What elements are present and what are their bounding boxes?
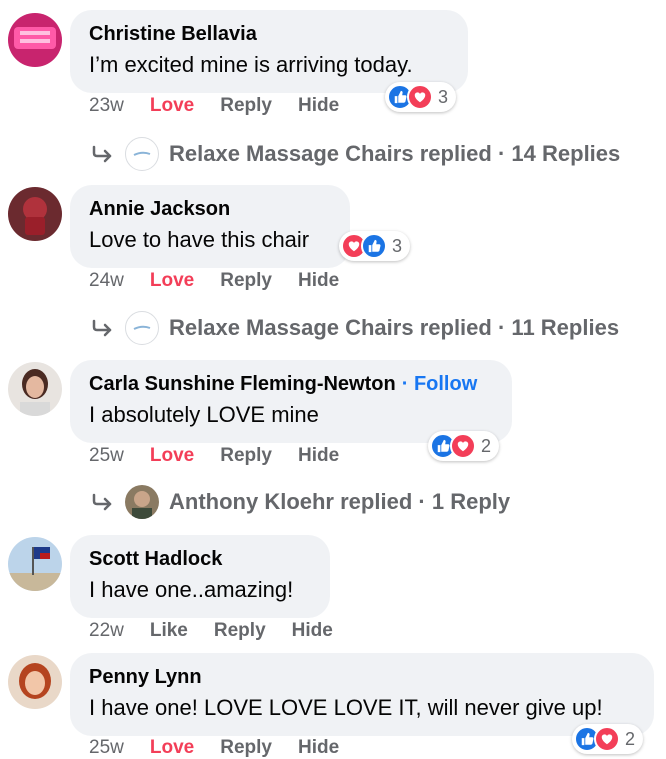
separator-dot: · (497, 141, 506, 166)
view-replies-link[interactable]: Relaxe Massage Chairs replied · 11 Repli… (89, 311, 619, 345)
reaction-count: 3 (438, 86, 449, 107)
reply-button[interactable]: Reply (220, 445, 272, 467)
avatar[interactable] (8, 362, 62, 416)
replied-label: replied (419, 315, 492, 340)
comment-text: I have one! LOVE LOVE LOVE IT, will neve… (89, 695, 603, 720)
reply-button[interactable]: Reply (220, 95, 272, 117)
comment-author[interactable]: Annie Jackson (89, 197, 332, 221)
reply-button[interactable]: Reply (220, 737, 272, 759)
timestamp[interactable]: 25w (89, 737, 124, 759)
view-replies-link[interactable]: Anthony Kloehr replied · 1 Reply (89, 485, 510, 519)
comment-text: I’m excited mine is arriving today. (89, 52, 413, 77)
reaction-count: 3 (392, 235, 403, 256)
timestamp[interactable]: 25w (89, 445, 124, 467)
hide-button[interactable]: Hide (298, 445, 339, 467)
reply-arrow-icon (92, 319, 112, 337)
reactions-summary[interactable]: 2 (428, 431, 500, 461)
replied-label: replied (340, 489, 413, 514)
reaction-count: 2 (481, 435, 492, 456)
comment-author[interactable]: Christine Bellavia (89, 22, 450, 46)
reactions-summary[interactable]: 2 (572, 724, 644, 754)
avatar[interactable] (8, 187, 62, 241)
comment-author-row: Carla Sunshine Fleming-Newton · Follow (89, 372, 494, 396)
replied-label: replied (419, 141, 492, 166)
timestamp[interactable]: 23w (89, 95, 124, 117)
comment-bubble: Scott Hadlock I have one..amazing! (70, 535, 330, 618)
reaction-count: 2 (625, 728, 636, 749)
reactions-summary[interactable]: 3 (339, 231, 411, 261)
love-button[interactable]: Love (150, 270, 194, 292)
comment-bubble: Annie Jackson Love to have this chair (70, 185, 350, 268)
comment-actions: 24w Love Reply Hide (89, 270, 365, 292)
timestamp[interactable]: 24w (89, 270, 124, 292)
love-button[interactable]: Love (150, 737, 194, 759)
heart-icon (407, 84, 433, 110)
heart-icon (450, 433, 476, 459)
like-button[interactable]: Like (150, 620, 188, 642)
comment-author[interactable]: Penny Lynn (89, 665, 636, 689)
avatar[interactable] (8, 655, 62, 709)
reply-button[interactable]: Reply (220, 270, 272, 292)
avatar[interactable] (8, 537, 62, 591)
replier-name: Relaxe Massage Chairs (169, 315, 414, 340)
comment-bubble: Penny Lynn I have one! LOVE LOVE LOVE IT… (70, 653, 654, 736)
like-icon (361, 233, 387, 259)
comment-bubble: Christine Bellavia I’m excited mine is a… (70, 10, 468, 93)
hide-button[interactable]: Hide (298, 95, 339, 117)
love-button[interactable]: Love (150, 445, 194, 467)
hide-button[interactable]: Hide (298, 737, 339, 759)
comment-actions: 22w Like Reply Hide (89, 620, 359, 642)
love-button[interactable]: Love (150, 95, 194, 117)
avatar[interactable] (8, 13, 62, 67)
comment-text: Love to have this chair (89, 227, 310, 252)
reply-arrow-icon (92, 145, 112, 163)
reply-button[interactable]: Reply (214, 620, 266, 642)
reply-count: 1 Reply (431, 489, 511, 514)
comment-actions: 23w Love Reply Hide (89, 95, 365, 117)
hide-button[interactable]: Hide (298, 270, 339, 292)
comment-actions: 25w Love Reply Hide (89, 445, 365, 467)
timestamp[interactable]: 22w (89, 620, 124, 642)
separator-dot: · (497, 315, 506, 340)
view-replies-link[interactable]: Relaxe Massage Chairs replied · 14 Repli… (89, 137, 620, 171)
page-avatar (125, 311, 159, 345)
reply-count: 14 Replies (511, 141, 621, 166)
comment-text: I have one..amazing! (89, 577, 294, 602)
comment-author[interactable]: Carla Sunshine Fleming-Newton (89, 372, 396, 396)
replier-avatar (125, 485, 159, 519)
reply-arrow-icon (92, 493, 112, 511)
hide-button[interactable]: Hide (292, 620, 333, 642)
follow-label: Follow (413, 373, 478, 395)
separator-dot: · (418, 489, 426, 514)
comment-actions: 25w Love Reply Hide (89, 737, 365, 759)
comment-text: I absolutely LOVE mine (89, 402, 319, 427)
comment-author[interactable]: Scott Hadlock (89, 547, 312, 571)
follow-button[interactable]: · Follow (402, 372, 478, 396)
page-avatar (125, 137, 159, 171)
reply-count: 11 Replies (511, 315, 620, 340)
replier-name: Anthony Kloehr (169, 489, 334, 514)
separator-dot: · (401, 373, 409, 395)
replier-name: Relaxe Massage Chairs (169, 141, 414, 166)
heart-icon (594, 726, 620, 752)
reactions-summary[interactable]: 3 (385, 82, 457, 112)
